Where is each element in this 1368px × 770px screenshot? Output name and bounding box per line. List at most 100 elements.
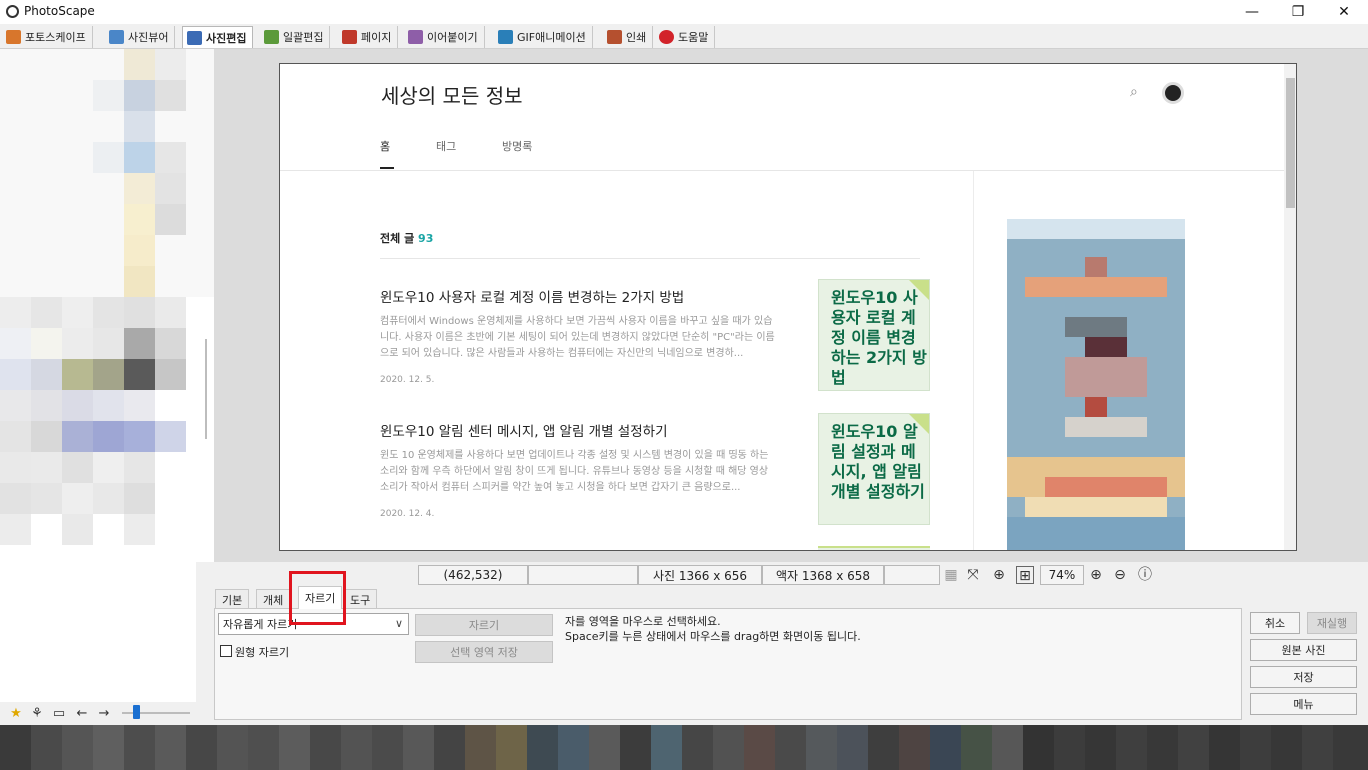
folder-icon[interactable]: ▭ <box>51 707 67 721</box>
thumbnail[interactable] <box>0 725 31 770</box>
transparency-grid-icon[interactable]: ▦ <box>942 566 960 584</box>
thumbnail-size-slider-thumb[interactable] <box>133 705 140 719</box>
maximize-button[interactable]: ❐ <box>1275 0 1321 24</box>
back-arrow-icon[interactable]: ← <box>74 707 90 721</box>
panel-scrollbar[interactable] <box>205 339 207 439</box>
round-crop-label: 원형 자르기 <box>235 646 290 659</box>
thumbnail[interactable] <box>465 725 496 770</box>
zoom-in-icon[interactable]: ⊕ <box>1087 566 1105 584</box>
cancel-button[interactable]: 취소 <box>1250 612 1300 634</box>
thumbnail[interactable] <box>558 725 589 770</box>
original-photo-button[interactable]: 원본 사진 <box>1250 639 1357 661</box>
tab-batch-editor[interactable]: 일괄편집 <box>260 26 331 48</box>
thumbnail[interactable] <box>899 725 930 770</box>
thumbnail[interactable] <box>62 725 93 770</box>
thumbnail[interactable] <box>155 725 186 770</box>
thumbnail[interactable] <box>1302 725 1333 770</box>
thumbnail-block <box>124 204 155 235</box>
crop-button[interactable]: 자르기 <box>415 614 553 636</box>
tab-photo-editor[interactable]: 사진편집 <box>182 26 254 48</box>
thumbnail[interactable] <box>217 725 248 770</box>
thumbnail[interactable] <box>837 725 868 770</box>
file-browser-empty-area <box>0 562 196 702</box>
thumbnail[interactable] <box>279 725 310 770</box>
thumbnail-block <box>124 390 155 421</box>
thumbnail[interactable] <box>310 725 341 770</box>
divider <box>973 171 974 550</box>
thumbnail-block <box>62 452 93 483</box>
file-browser-panel[interactable] <box>0 49 214 562</box>
thumbnail[interactable] <box>713 725 744 770</box>
round-crop-checkbox[interactable] <box>220 645 232 657</box>
thumbnail[interactable] <box>961 725 992 770</box>
thumbnail[interactable] <box>1178 725 1209 770</box>
info-icon[interactable]: ⓘ <box>1136 566 1154 584</box>
thumbnail-block <box>93 483 124 514</box>
thumbnail[interactable] <box>341 725 372 770</box>
fit-screen-icon[interactable]: ⤧ <box>964 566 982 584</box>
thumbnail[interactable] <box>589 725 620 770</box>
save-button[interactable]: 저장 <box>1250 666 1357 688</box>
star-icon[interactable]: ★ <box>8 707 24 721</box>
search-icon: ⌕ <box>1130 84 1138 100</box>
redo-button[interactable]: 재실행 <box>1307 612 1357 634</box>
thumbnail[interactable] <box>651 725 682 770</box>
thumbnail[interactable] <box>1209 725 1240 770</box>
thumbnail[interactable] <box>372 725 403 770</box>
browser-toolbar: ★ ⚘ ▭ ← → <box>0 703 214 725</box>
thumbnail[interactable] <box>868 725 899 770</box>
actual-size-icon[interactable]: ⊕ <box>990 566 1008 584</box>
tab-combine[interactable]: 이어붙이기 <box>404 26 485 48</box>
page-scrollbar[interactable] <box>1284 64 1296 550</box>
thumbnail[interactable] <box>31 725 62 770</box>
thumbnail[interactable] <box>186 725 217 770</box>
thumbnail[interactable] <box>1085 725 1116 770</box>
thumbnail[interactable] <box>1023 725 1054 770</box>
thumbnail[interactable] <box>620 725 651 770</box>
thumbnail[interactable] <box>1054 725 1085 770</box>
thumbnail[interactable] <box>93 725 124 770</box>
minimize-button[interactable]: — <box>1229 0 1275 24</box>
thumbnail-strip[interactable] <box>0 725 1368 770</box>
thumbnail[interactable] <box>496 725 527 770</box>
thumbnail[interactable] <box>1271 725 1302 770</box>
tab-gif-animation[interactable]: GIF애니메이션 <box>494 26 593 48</box>
thumbnail[interactable] <box>527 725 558 770</box>
thumbnail[interactable] <box>744 725 775 770</box>
thumbnail[interactable] <box>434 725 465 770</box>
viewer-tab-icon <box>109 30 124 44</box>
menu-button[interactable]: 메뉴 <box>1250 693 1357 715</box>
thumbnail[interactable] <box>403 725 434 770</box>
scrollbar-thumb[interactable] <box>1286 78 1295 208</box>
fit-window-icon[interactable]: ⊞ <box>1016 566 1034 584</box>
zoom-out-icon[interactable]: ⊖ <box>1111 566 1129 584</box>
forward-arrow-icon[interactable]: → <box>96 707 112 721</box>
tab-page[interactable]: 페이지 <box>338 26 399 48</box>
thumbnail[interactable] <box>930 725 961 770</box>
photo-canvas[interactable]: 세상의 모든 정보 ⌕ 홈 태그 방명록 전체 글 93 윈도우10 사용자 로… <box>279 63 1297 551</box>
tab-tools[interactable]: 도구 <box>343 589 378 609</box>
thumbnail[interactable] <box>992 725 1023 770</box>
tab-help[interactable]: 도움말 <box>655 26 716 48</box>
thumbnail-block <box>124 80 155 111</box>
tab-print[interactable]: 인쇄 <box>603 26 654 48</box>
thumbnail[interactable] <box>1147 725 1178 770</box>
folder-favorite-icon[interactable]: ⚘ <box>29 707 45 721</box>
save-selection-button[interactable]: 선택 영역 저장 <box>415 641 553 663</box>
tab-object[interactable]: 개체 <box>256 589 291 609</box>
banner-block <box>1025 277 1167 297</box>
tab-photoscape[interactable]: 포토스케이프 <box>2 26 93 48</box>
thumbnail[interactable] <box>1240 725 1271 770</box>
close-button[interactable]: ✕ <box>1321 0 1367 24</box>
tab-basic[interactable]: 기본 <box>215 589 250 609</box>
thumbnail[interactable] <box>1116 725 1147 770</box>
thumbnail[interactable] <box>248 725 279 770</box>
thumbnail[interactable] <box>124 725 155 770</box>
thumbnail[interactable] <box>682 725 713 770</box>
thumbnail-block <box>155 204 186 235</box>
thumbnail[interactable] <box>806 725 837 770</box>
thumbnail[interactable] <box>1333 725 1368 770</box>
tab-photo-viewer[interactable]: 사진뷰어 <box>105 26 176 48</box>
thumbnail-block <box>31 297 62 328</box>
thumbnail[interactable] <box>775 725 806 770</box>
